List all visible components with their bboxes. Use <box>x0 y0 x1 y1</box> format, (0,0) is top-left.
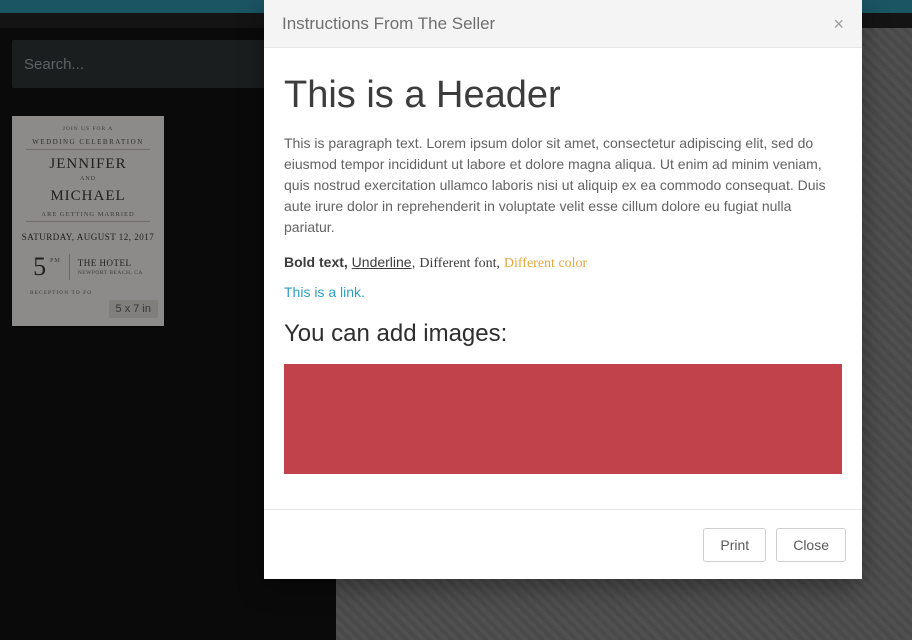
modal-body: This is a Header This is paragraph text.… <box>264 48 862 509</box>
bold-sample: Bold text, <box>284 254 348 270</box>
different-color-sample: Different color <box>504 256 587 271</box>
sample-link[interactable]: This is a link. <box>284 284 365 300</box>
close-button[interactable]: Close <box>776 528 846 562</box>
modal-rich-text-line: Bold text, Underline, Different font, Di… <box>284 254 842 272</box>
modal-footer: Print Close <box>264 509 862 579</box>
different-font-sample: Different font, <box>419 256 500 271</box>
modal-header: Instructions From The Seller × <box>264 0 862 48</box>
modal-paragraph: This is paragraph text. Lorem ipsum dolo… <box>284 133 842 238</box>
instructions-modal: Instructions From The Seller × This is a… <box>264 0 862 579</box>
underline-sample: Underline, <box>352 254 416 270</box>
close-icon[interactable]: × <box>833 15 844 33</box>
modal-heading: This is a Header <box>284 74 842 117</box>
modal-subheading: You can add images: <box>284 320 842 348</box>
modal-title: Instructions From The Seller <box>282 14 495 34</box>
print-button[interactable]: Print <box>703 528 766 562</box>
sample-image <box>284 364 842 474</box>
